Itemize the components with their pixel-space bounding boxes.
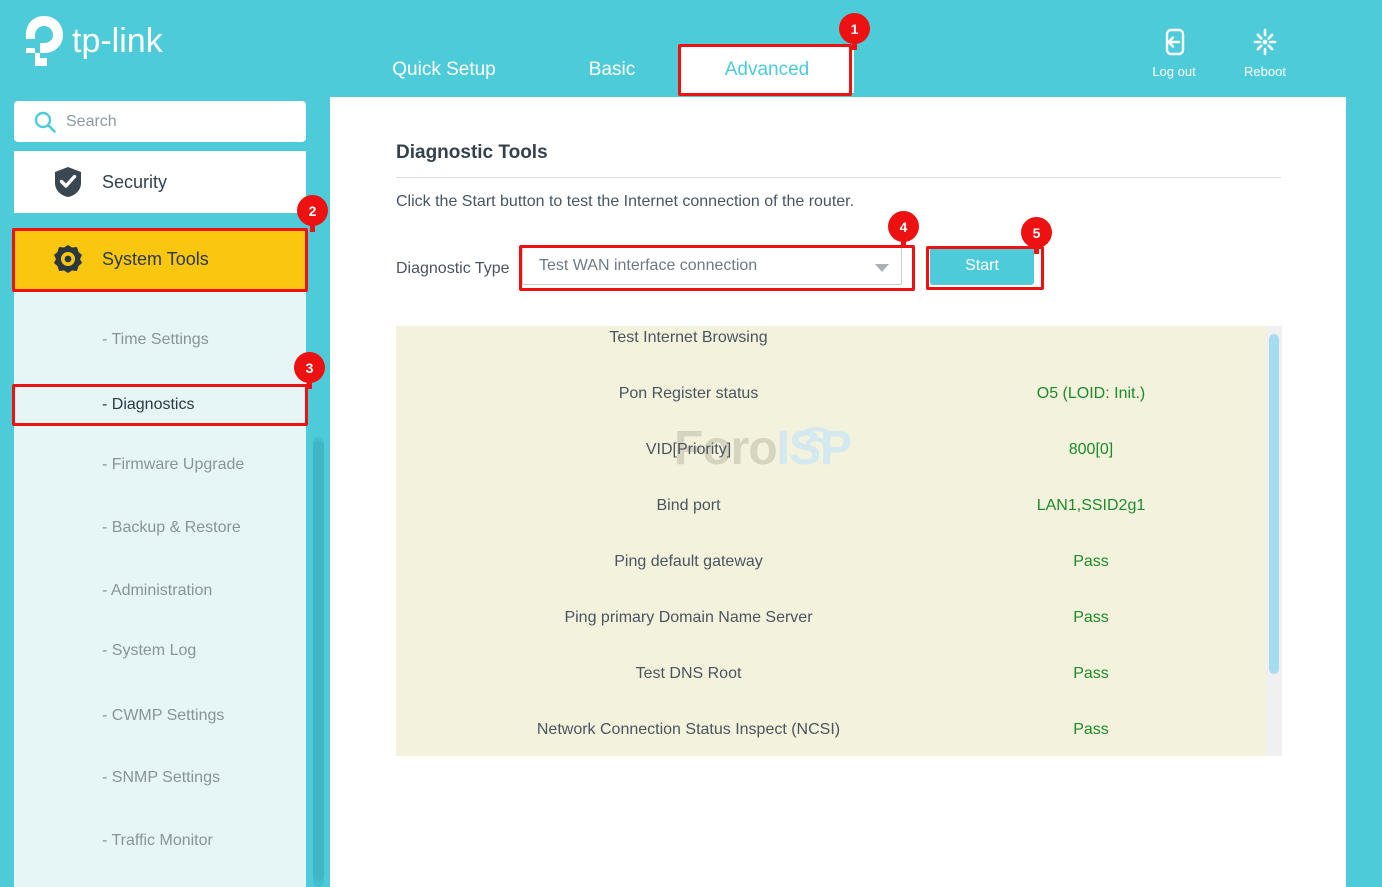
sidebar-item-administration[interactable]: - Administration: [14, 568, 306, 614]
result-name: Pon Register status: [618, 385, 759, 402]
page-description: Click the Start button to test the Inter…: [396, 193, 855, 210]
sidebar-subitem-label: - System Log: [102, 642, 197, 659]
diagnostic-type-value: Test WAN interface connection: [539, 257, 758, 274]
sidebar-item-label: System Tools: [102, 248, 209, 269]
sidebar-item-system-log[interactable]: - System Log: [14, 628, 306, 674]
app-header: tp-link Quick Setup Basic Advanced Log o…: [0, 0, 1382, 97]
tplink-logo: tp-link: [14, 12, 204, 70]
diagnostic-results-panel: ForoISP Test Internet Browsing Pon Regis…: [396, 326, 1282, 756]
sidebar-item-label: Security: [102, 171, 168, 192]
sidebar-subitem-label: - Traffic Monitor: [102, 832, 213, 849]
router-admin-page: tp-link Quick Setup Basic Advanced Log o…: [0, 0, 1382, 887]
search-box[interactable]: [14, 101, 306, 142]
logout-label: Log out: [1152, 64, 1196, 79]
sidebar-subitem-label: - CWMP Settings: [102, 707, 225, 724]
result-value: Pass: [1073, 665, 1109, 682]
sidebar-item-backup-restore[interactable]: - Backup & Restore: [14, 505, 306, 551]
sidebar-scrollbar-thumb[interactable]: [313, 441, 324, 881]
reboot-button[interactable]: Reboot: [1225, 28, 1305, 79]
tab-quick-setup[interactable]: Quick Setup: [358, 47, 530, 93]
result-name: Ping primary Domain Name Server: [564, 609, 813, 626]
reboot-label: Reboot: [1244, 64, 1286, 79]
result-name: Network Connection Status Inspect (NCSI): [536, 721, 841, 738]
result-row: Network Connection Status Inspect (NCSI)…: [396, 718, 1282, 756]
sidebar-subitem-label: - Diagnostics: [102, 396, 195, 413]
result-row: Test DNS Root Pass: [396, 662, 1282, 718]
sidebar-subitem-label: - Backup & Restore: [102, 519, 241, 536]
result-name: Ping default gateway: [614, 553, 763, 570]
tab-basic[interactable]: Basic: [552, 47, 672, 93]
sidebar-item-time-settings[interactable]: - Time Settings: [14, 317, 306, 363]
result-name: VID[Priority]: [645, 441, 732, 458]
search-icon: [34, 111, 56, 133]
result-value: Pass: [1073, 721, 1109, 738]
result-value: O5 (LOID: Init.): [1036, 385, 1146, 402]
start-button[interactable]: Start: [930, 247, 1034, 285]
results-scrollbar-thumb[interactable]: [1269, 334, 1279, 674]
sidebar-subitem-label: - Administration: [102, 582, 213, 599]
sidebar-item-cwmp-settings[interactable]: - CWMP Settings: [14, 693, 306, 739]
sidebar: Security System Tools - Time Settings - …: [0, 97, 330, 887]
diagnostic-type-label: Diagnostic Type: [396, 260, 510, 277]
chevron-down-icon: [875, 264, 889, 272]
main-content: Diagnostic Tools Click the Start button …: [330, 97, 1346, 887]
result-row: Ping default gateway Pass: [396, 550, 1282, 606]
result-name: Test Internet Browsing: [609, 329, 768, 346]
sidebar-item-diagnostics[interactable]: - Diagnostics: [14, 382, 306, 428]
result-value: Pass: [1073, 553, 1109, 570]
result-name: Test DNS Root: [635, 665, 742, 682]
result-row: VID[Priority] 800[0]: [396, 438, 1282, 494]
sidebar-item-traffic-monitor[interactable]: - Traffic Monitor: [14, 818, 306, 864]
page-title: Diagnostic Tools: [396, 142, 548, 163]
result-value: 800[0]: [1068, 441, 1114, 458]
shield-check-icon: [46, 166, 90, 198]
reboot-icon: [1225, 28, 1305, 58]
svg-text:tp-link: tp-link: [72, 22, 164, 60]
title-divider: [396, 177, 1281, 178]
result-row: Test Internet Browsing: [396, 326, 1282, 382]
result-row: Pon Register status O5 (LOID: Init.): [396, 382, 1282, 438]
result-value: Pass: [1073, 609, 1109, 626]
sidebar-item-firmware-upgrade[interactable]: - Firmware Upgrade: [14, 442, 306, 488]
tab-advanced[interactable]: Advanced: [680, 47, 854, 93]
result-row: Ping primary Domain Name Server Pass: [396, 606, 1282, 662]
sidebar-item-security[interactable]: Security: [14, 151, 306, 213]
result-row: Bind port LAN1,SSID2g1: [396, 494, 1282, 550]
gear-icon: [46, 244, 90, 274]
sidebar-subitem-label: - SNMP Settings: [102, 769, 220, 786]
main-nav-tabs: Quick Setup Basic Advanced: [330, 0, 890, 97]
logout-icon: [1134, 28, 1214, 58]
sidebar-item-system-tools[interactable]: System Tools: [14, 228, 306, 290]
sidebar-item-snmp-settings[interactable]: - SNMP Settings: [14, 755, 306, 801]
result-name: Bind port: [656, 497, 721, 514]
sidebar-subitem-label: - Time Settings: [102, 331, 209, 348]
sidebar-subitem-label: - Firmware Upgrade: [102, 456, 245, 473]
result-value: LAN1,SSID2g1: [1036, 497, 1146, 514]
search-input[interactable]: [66, 101, 298, 142]
diagnostic-type-select[interactable]: Test WAN interface connection: [522, 247, 902, 285]
logout-button[interactable]: Log out: [1134, 28, 1214, 79]
